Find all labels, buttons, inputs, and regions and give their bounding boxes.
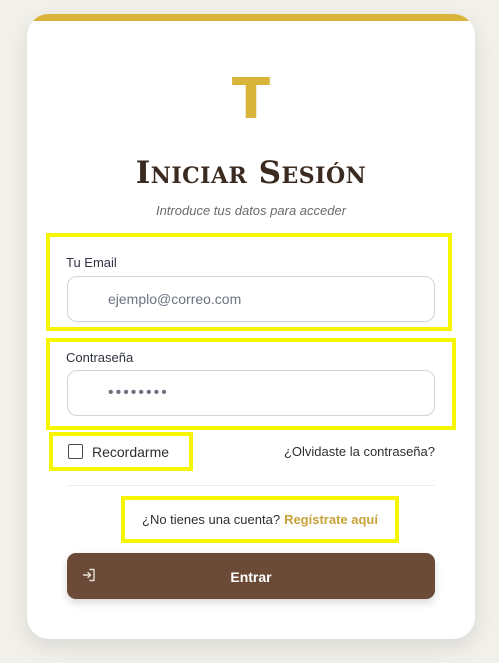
page-title: Iniciar Sesión <box>135 155 367 191</box>
email-field-group: Tu Email <box>46 233 452 331</box>
forgot-password-link[interactable]: ¿Olvidaste la contraseña? <box>284 444 435 459</box>
divider <box>67 485 435 486</box>
brand-logo: T <box>231 67 271 132</box>
password-field-group: Contraseña <box>46 338 456 430</box>
password-label: Contraseña <box>66 350 134 365</box>
email-label: Tu Email <box>66 255 117 270</box>
register-link[interactable]: Regístrate aquí <box>284 512 378 527</box>
submit-button[interactable]: Entrar <box>67 553 435 599</box>
password-field[interactable] <box>67 370 435 416</box>
page-subtitle: Introduce tus datos para acceder <box>155 203 347 218</box>
register-prompt-text: ¿No tienes una cuenta? <box>142 512 281 527</box>
card-accent-bar <box>27 14 475 21</box>
sign-in-icon <box>82 568 95 582</box>
register-prompt: ¿No tienes una cuenta? Regístrate aquí <box>121 496 399 543</box>
email-field[interactable] <box>67 276 435 322</box>
submit-label: Entrar <box>230 569 272 585</box>
remember-me-checkbox[interactable]: Recordarme <box>49 432 193 471</box>
remember-me-label: Recordarme <box>92 443 170 460</box>
checkbox-icon[interactable] <box>68 444 83 459</box>
